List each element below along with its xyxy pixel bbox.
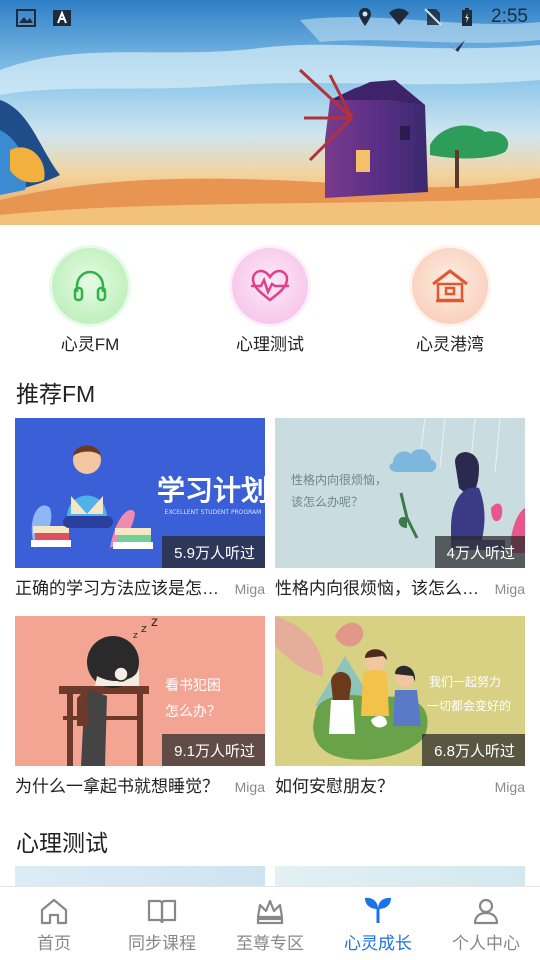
harbor-circle	[412, 248, 488, 324]
bottom-tab-bar: 首页 同步课程 至尊专区 心灵成长 个人中心	[0, 886, 540, 960]
svg-text:z: z	[141, 622, 147, 635]
quick-entry-label: 心理测试	[236, 335, 304, 354]
thumb-subline: EXCELLENT STUDENT PROGRAM	[165, 509, 262, 516]
book-icon	[147, 899, 177, 924]
quick-entries: 心灵FM 心理测试 心灵港湾	[0, 248, 540, 358]
svg-text:z: z	[133, 631, 138, 641]
fm-card-title: 性格内向很烦恼，该怎么办呢？	[275, 579, 489, 598]
status-time: 2:55	[491, 6, 528, 27]
status-bar: 2:55	[0, 0, 540, 36]
tab-home[interactable]: 首页	[0, 887, 108, 960]
fm-card-title: 为什么一拿起书就想睡觉？	[15, 777, 219, 796]
fm-card[interactable]: 我们一起努力 一切都会变好的 6.8万人听过 如何安慰朋友？ Miga	[275, 616, 525, 798]
location-icon	[359, 8, 372, 26]
thumb-headline: 该怎么办呢？	[291, 494, 363, 509]
tab-label: 首页	[37, 934, 71, 953]
fm-card[interactable]: 性格内向很烦恼， 该怎么办呢？ 4万人听过 性格内向很烦恼，该怎么办呢？ Mig…	[275, 418, 525, 600]
thumb-headline: 学习计划	[157, 474, 265, 507]
home-icon	[40, 898, 68, 925]
fm-card-author: Miga	[234, 779, 265, 795]
fm-card-thumbnail: 我们一起努力 一切都会变好的 6.8万人听过	[275, 616, 525, 766]
tab-courses[interactable]: 同步课程	[108, 887, 216, 960]
fm-card-thumbnail: 学习计划 EXCELLENT STUDENT PROGRAM 5.9万人听过	[15, 418, 265, 568]
quick-entry-harbor[interactable]: 心灵港湾	[360, 248, 540, 358]
app-notification-icon	[53, 10, 71, 26]
test-circle	[232, 248, 308, 324]
tab-label: 同步课程	[128, 934, 196, 953]
section-title-fm: 推荐FM	[16, 381, 96, 407]
thumb-headline: 看书犯困	[165, 678, 221, 694]
quick-entry-label: 心灵FM	[60, 335, 120, 354]
headphones-icon	[73, 270, 107, 302]
thumb-headline: 我们一起努力	[429, 674, 501, 689]
thumb-headline: 性格内向很烦恼，	[291, 472, 387, 487]
tab-label: 心灵成长	[344, 934, 412, 953]
fm-card[interactable]: 学习计划 EXCELLENT STUDENT PROGRAM 5.9万人听过 正…	[15, 418, 265, 600]
fm-circle	[52, 248, 128, 324]
fm-card-title: 正确的学习方法应该是怎样的？	[15, 579, 229, 598]
fm-card-thumbnail: 性格内向很烦恼， 该怎么办呢？ 4万人听过	[275, 418, 525, 568]
wifi-icon	[389, 8, 410, 25]
quick-entry-test[interactable]: 心理测试	[180, 248, 360, 358]
test-card-peek[interactable]	[15, 866, 265, 886]
fm-card-author: Miga	[494, 779, 525, 795]
tab-label: 至尊专区	[236, 934, 304, 953]
listen-count-badge: 9.1万人听过	[162, 734, 265, 766]
person-icon	[473, 898, 499, 925]
no-sim-icon	[424, 8, 442, 26]
image-notification-icon	[16, 9, 36, 27]
crown-icon	[256, 899, 284, 925]
listen-count-badge: 5.9万人听过	[162, 536, 265, 568]
sprout-icon	[365, 897, 391, 923]
section-title-test: 心理测试	[16, 830, 108, 856]
quick-entry-fm[interactable]: 心灵FM	[0, 248, 180, 358]
heart-pulse-icon	[251, 269, 289, 302]
quick-entry-label: 心灵港湾	[416, 335, 484, 354]
tab-profile[interactable]: 个人中心	[432, 887, 540, 960]
listen-count-badge: 6.8万人听过	[422, 734, 525, 766]
harbor-house-icon	[432, 269, 468, 303]
thumb-headline: 一切都会变好的	[427, 698, 511, 713]
fm-card-thumbnail: z z z 看书犯困 怎么办？ 9.1万人听过	[15, 616, 265, 766]
tab-growth[interactable]: 心灵成长	[324, 887, 432, 960]
fm-card-author: Miga	[494, 581, 525, 597]
tab-label: 个人中心	[452, 934, 520, 953]
thumb-headline: 怎么办？	[165, 704, 221, 720]
battery-charging-icon	[462, 8, 473, 26]
listen-count-badge: 4万人听过	[434, 536, 525, 568]
fm-card-author: Miga	[234, 581, 265, 597]
tab-premium[interactable]: 至尊专区	[216, 887, 324, 960]
svg-text:z: z	[151, 616, 158, 630]
fm-card-title: 如何安慰朋友？	[275, 777, 394, 796]
test-card-peek[interactable]	[275, 866, 525, 886]
fm-card[interactable]: z z z 看书犯困 怎么办？ 9.1万人听过 为什么一拿起书就想睡觉？ Mig…	[15, 616, 265, 798]
